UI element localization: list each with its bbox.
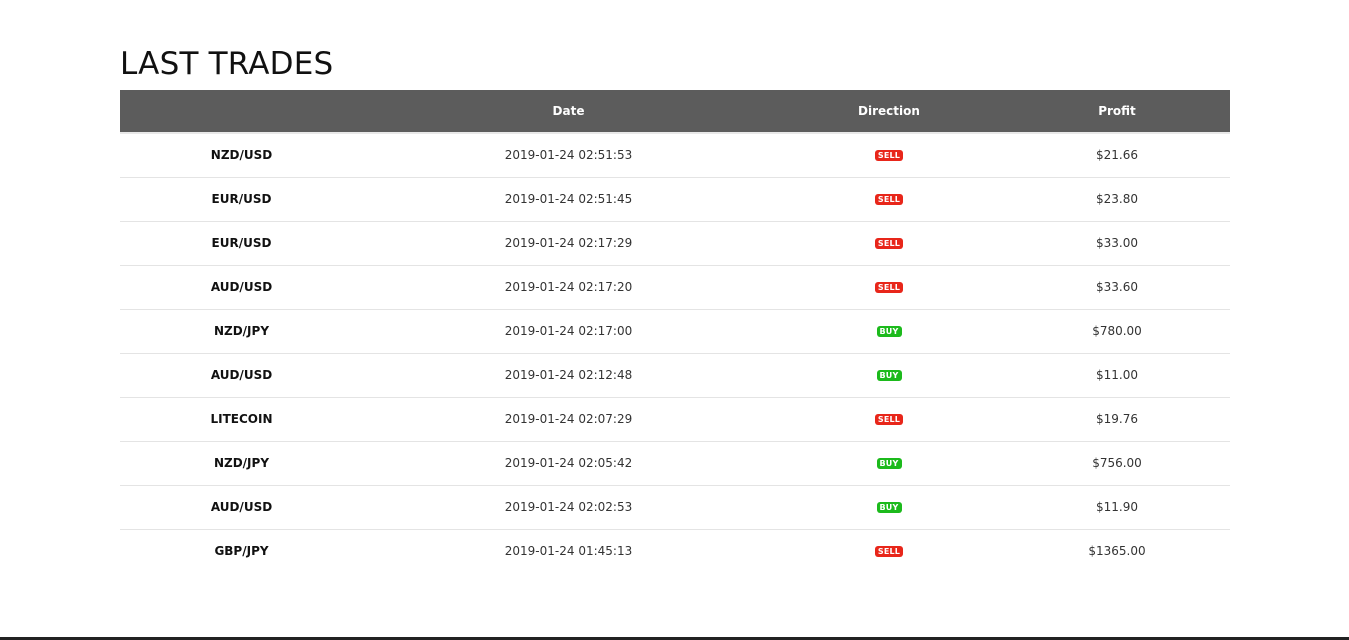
buy-badge: BUY bbox=[876, 502, 902, 513]
trade-direction: SELL bbox=[774, 397, 1004, 441]
table-header-row: Date Direction Profit bbox=[120, 90, 1230, 134]
trade-date: 2019-01-24 02:02:53 bbox=[504, 500, 633, 514]
trade-profit: $19.76 bbox=[1096, 412, 1138, 426]
trade-profit: $1365.00 bbox=[1088, 544, 1146, 559]
header-date: Date bbox=[363, 90, 774, 134]
sell-badge: SELL bbox=[874, 282, 904, 293]
table-row: NZD/USD 2019-01-24 02:51:53 SELL $21.66 bbox=[120, 133, 1230, 177]
table-row: AUD/USD 2019-01-24 02:02:53 BUY $11.90 bbox=[120, 485, 1230, 529]
trade-direction: SELL bbox=[774, 177, 1004, 221]
buy-badge: BUY bbox=[876, 458, 902, 469]
trade-pair: NZD/USD bbox=[210, 148, 273, 163]
trade-direction: BUY bbox=[774, 353, 1004, 397]
trade-date: 2019-01-24 02:17:20 bbox=[504, 280, 633, 294]
table-row: NZD/JPY 2019-01-24 02:05:42 BUY $756.00 bbox=[120, 441, 1230, 485]
table-body: NZD/USD 2019-01-24 02:51:53 SELL $21.66 EUR/… bbox=[120, 133, 1230, 573]
table-row: GBP/JPY 2019-01-24 01:45:13 SELL $1365.00 bbox=[120, 529, 1230, 573]
trade-pair: GBP/JPY bbox=[214, 544, 269, 559]
trade-pair: EUR/USD bbox=[211, 236, 272, 250]
trade-direction: BUY bbox=[774, 309, 1004, 353]
table-row: EUR/USD 2019-01-24 02:51:45 SELL $23.80 bbox=[120, 177, 1230, 221]
trade-direction: BUY bbox=[774, 485, 1004, 529]
table-row: AUD/USD 2019-01-24 02:17:20 SELL $33.60 bbox=[120, 265, 1230, 309]
trade-profit: $33.60 bbox=[1096, 280, 1138, 294]
table-row: NZD/JPY 2019-01-24 02:17:00 BUY $780.00 bbox=[120, 309, 1230, 353]
trade-direction: BUY bbox=[774, 441, 1004, 485]
trade-profit: $21.66 bbox=[1096, 148, 1138, 163]
sell-badge: SELL bbox=[874, 194, 904, 205]
sell-badge: SELL bbox=[874, 414, 904, 425]
buy-badge: BUY bbox=[876, 326, 902, 337]
trade-profit: $11.90 bbox=[1096, 500, 1138, 514]
trade-direction: SELL bbox=[774, 133, 1004, 177]
trade-date: 2019-01-24 02:51:45 bbox=[504, 192, 633, 206]
trade-direction: SELL bbox=[774, 221, 1004, 265]
table-row: AUD/USD 2019-01-24 02:12:48 BUY $11.00 bbox=[120, 353, 1230, 397]
table-row: EUR/USD 2019-01-24 02:17:29 SELL $33.00 bbox=[120, 221, 1230, 265]
trade-date: 2019-01-24 02:51:53 bbox=[504, 148, 633, 163]
trade-date: 2019-01-24 02:07:29 bbox=[504, 412, 633, 426]
trade-profit: $780.00 bbox=[1092, 324, 1142, 338]
trade-date: 2019-01-24 02:05:42 bbox=[504, 456, 633, 470]
sell-badge: SELL bbox=[874, 238, 904, 249]
header-pair bbox=[120, 90, 363, 134]
header-profit: Profit bbox=[1004, 90, 1230, 134]
trade-pair: LITECOIN bbox=[210, 412, 273, 426]
trade-pair: EUR/USD bbox=[211, 192, 272, 206]
trade-date: 2019-01-24 02:12:48 bbox=[504, 368, 633, 382]
trade-date: 2019-01-24 02:17:00 bbox=[504, 324, 633, 338]
trade-pair: NZD/JPY bbox=[213, 456, 270, 470]
page-title: LAST TRADES bbox=[120, 46, 334, 82]
last-trades-section: LAST TRADES Date Direction Profit NZD/US… bbox=[120, 44, 1230, 573]
trade-profit: $11.00 bbox=[1096, 368, 1138, 382]
trade-profit: $756.00 bbox=[1092, 456, 1142, 470]
trade-direction: SELL bbox=[774, 265, 1004, 309]
trade-profit: $33.00 bbox=[1096, 236, 1138, 250]
trade-pair: AUD/USD bbox=[210, 500, 273, 514]
trade-pair: AUD/USD bbox=[210, 280, 273, 294]
trade-direction: SELL bbox=[774, 529, 1004, 573]
trades-table: Date Direction Profit NZD/USD 2019-01-24 … bbox=[120, 90, 1230, 573]
sell-badge: SELL bbox=[874, 546, 904, 558]
trade-date: 2019-01-24 02:17:29 bbox=[504, 236, 633, 250]
trade-pair: AUD/USD bbox=[210, 368, 273, 382]
table-row: LITECOIN 2019-01-24 02:07:29 SELL $19.76 bbox=[120, 397, 1230, 441]
buy-badge: BUY bbox=[876, 370, 902, 381]
header-direction: Direction bbox=[774, 90, 1004, 134]
trade-profit: $23.80 bbox=[1096, 192, 1138, 206]
trade-pair: NZD/JPY bbox=[213, 324, 270, 338]
sell-badge: SELL bbox=[874, 150, 904, 162]
trade-date: 2019-01-24 01:45:13 bbox=[504, 544, 633, 559]
